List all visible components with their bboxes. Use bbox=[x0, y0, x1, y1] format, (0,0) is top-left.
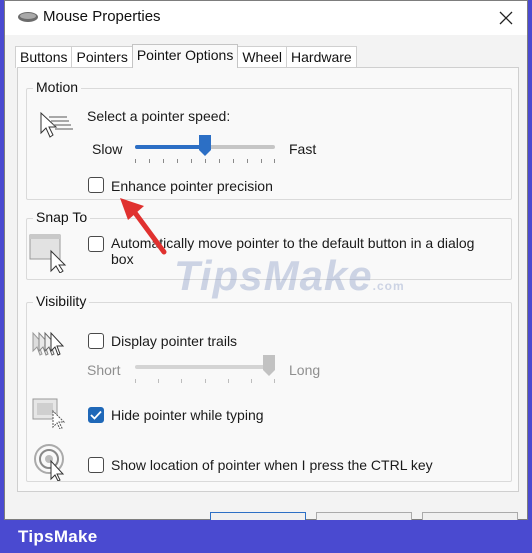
snap-to-group-label: Snap To bbox=[33, 209, 91, 225]
close-icon bbox=[499, 11, 513, 25]
footer-banner: TipsMake bbox=[0, 520, 532, 553]
hide-pointer-icon bbox=[32, 398, 66, 429]
watermark-text: TipsMake bbox=[174, 252, 373, 299]
long-label: Long bbox=[289, 362, 321, 378]
annotation-arrow bbox=[120, 198, 167, 255]
show-location-label: Show location of pointer when I press th… bbox=[111, 457, 433, 473]
speed-slider-thumb[interactable] bbox=[199, 135, 211, 157]
show-location-checkbox[interactable] bbox=[88, 457, 104, 473]
pointer-trails-checkbox[interactable] bbox=[88, 333, 104, 349]
watermark-suffix: .com bbox=[372, 279, 405, 293]
speed-slider-ticks bbox=[135, 159, 275, 165]
pointer-speed-label: Select a pointer speed: bbox=[87, 108, 231, 124]
enhance-precision-checkbox[interactable] bbox=[88, 177, 104, 193]
pointer-speed-icon bbox=[40, 111, 73, 138]
hide-pointer-typing-checkbox[interactable] bbox=[88, 407, 104, 423]
tab-hardware[interactable]: Hardware bbox=[286, 46, 357, 68]
pointer-trails-icon bbox=[32, 331, 65, 356]
fast-label: Fast bbox=[289, 141, 317, 157]
trails-length-slider[interactable] bbox=[135, 355, 275, 385]
hide-pointer-typing-label: Hide pointer while typing bbox=[111, 407, 264, 423]
watermark: TipsMake.com bbox=[174, 252, 405, 300]
pointer-speed-slider[interactable] bbox=[135, 135, 275, 165]
tab-buttons[interactable]: Buttons bbox=[15, 46, 73, 68]
mouse-icon bbox=[18, 12, 38, 22]
visibility-group-label: Visibility bbox=[33, 293, 90, 309]
checkmark-icon bbox=[90, 410, 102, 420]
motion-group: Motion Select a pointer speed: Slow Fast bbox=[26, 79, 512, 200]
slow-label: Slow bbox=[92, 141, 123, 157]
title-bar: Mouse Properties bbox=[5, 1, 527, 35]
trails-slider-track bbox=[135, 365, 275, 369]
speed-slider-fill bbox=[135, 145, 205, 149]
trails-slider-ticks bbox=[135, 379, 275, 385]
pointer-trails-label: Display pointer trails bbox=[111, 333, 238, 349]
footer-brand: TipsMake bbox=[18, 527, 98, 546]
mouse-properties-window: Mouse Properties Buttons Pointers Pointe… bbox=[4, 0, 528, 520]
tab-pointers[interactable]: Pointers bbox=[71, 46, 133, 68]
visibility-group: Visibility Display pointer trails Short … bbox=[26, 293, 512, 482]
short-label: Short bbox=[87, 362, 121, 378]
snap-to-icon bbox=[29, 234, 67, 273]
window-title: Mouse Properties bbox=[43, 8, 161, 25]
motion-group-label: Motion bbox=[33, 79, 82, 95]
enhance-precision-label: Enhance pointer precision bbox=[111, 178, 273, 194]
tab-pointer-options[interactable]: Pointer Options bbox=[131, 44, 239, 68]
close-button[interactable] bbox=[495, 7, 517, 29]
trails-slider-thumb[interactable] bbox=[263, 355, 275, 377]
pointer-options-panel: Motion Select a pointer speed: Slow Fast bbox=[17, 67, 519, 492]
show-location-icon bbox=[34, 444, 65, 481]
tab-wheel[interactable]: Wheel bbox=[237, 46, 288, 68]
tab-bar: Buttons Pointers Pointer Options Wheel H… bbox=[15, 44, 357, 68]
auto-move-pointer-checkbox[interactable] bbox=[88, 236, 104, 252]
